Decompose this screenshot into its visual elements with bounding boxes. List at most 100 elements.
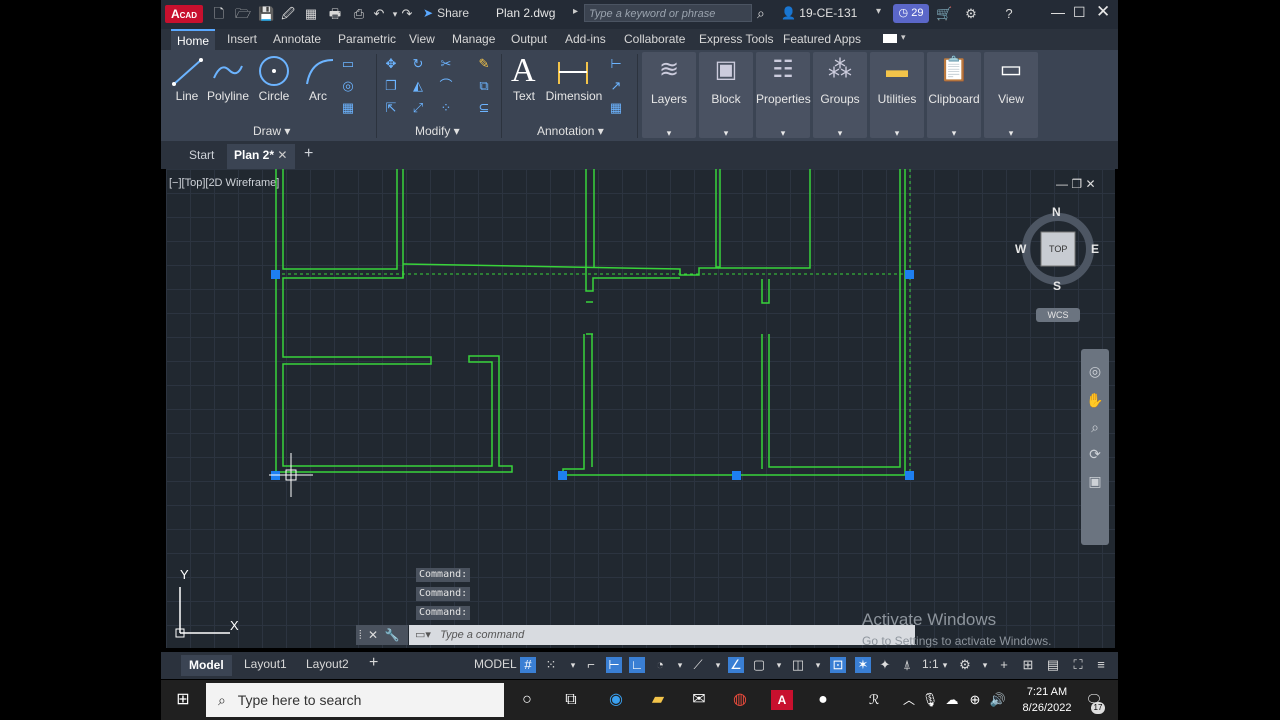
web-mobile-icon[interactable]: ▦ xyxy=(303,6,319,22)
mirror-icon[interactable]: ◭ xyxy=(409,78,427,94)
cart-icon[interactable]: 🛒 xyxy=(936,6,952,22)
ribbon-toggle-dropdown-icon[interactable]: ▾ xyxy=(901,32,906,43)
autocad-taskbar-icon[interactable]: A xyxy=(771,690,793,710)
text-tool-label[interactable]: Text xyxy=(511,89,537,103)
search-expand-icon[interactable]: ▸ xyxy=(573,6,578,17)
text-icon[interactable]: A xyxy=(511,52,536,90)
command-line[interactable]: ▭▾ Type a command xyxy=(409,625,915,645)
mail-icon[interactable]: ✉ xyxy=(688,690,710,710)
array-icon[interactable]: ⁘ xyxy=(437,100,455,116)
infer-constraints-icon[interactable]: ⌐ xyxy=(583,657,599,673)
annotation-monitor-icon[interactable]: + xyxy=(996,657,1012,673)
people-icon[interactable]: ℛ xyxy=(863,690,885,710)
utilities-button[interactable]: ▬ Utilities ▾ xyxy=(870,52,924,138)
circle-icon[interactable] xyxy=(257,54,291,88)
pan-icon[interactable]: ✋ xyxy=(1081,392,1109,409)
trim-icon[interactable]: ✂ xyxy=(437,56,455,72)
ortho-icon[interactable]: ∟ xyxy=(629,657,645,673)
chrome-icon[interactable]: ◍ xyxy=(729,690,751,710)
file-explorer-icon[interactable]: ▰ xyxy=(647,690,669,710)
erase-icon[interactable]: ✎ xyxy=(475,56,493,72)
fillet-icon[interactable]: ⌒ xyxy=(437,78,455,94)
linear-dim-icon[interactable]: ⊢ xyxy=(607,56,625,72)
tab-add-ins[interactable]: Add-ins xyxy=(565,32,606,46)
close-tab-icon[interactable]: ✕ xyxy=(277,148,287,162)
snap-dropdown-icon[interactable]: ▾ xyxy=(565,657,581,673)
view-button[interactable]: ▭ View ▾ xyxy=(984,52,1038,138)
taskbar-search[interactable]: ⌕ Type here to search xyxy=(206,683,504,717)
tab-start[interactable]: Start xyxy=(189,148,214,162)
search-icon[interactable]: ⌕ xyxy=(757,5,765,22)
arc-tool-label[interactable]: Arc xyxy=(303,89,333,103)
annotation-panel-label[interactable]: Annotation ▾ xyxy=(537,124,604,138)
command-input[interactable]: Type a command xyxy=(440,629,524,641)
quick-properties-icon[interactable]: ▤ xyxy=(1045,657,1061,673)
line-tool-label[interactable]: Line xyxy=(169,89,205,103)
open-folder-icon[interactable]: 🗁 xyxy=(235,6,251,22)
close-button[interactable]: ✕ xyxy=(1096,2,1110,22)
redo-icon[interactable]: ↷ xyxy=(399,6,415,22)
user-account[interactable]: 👤 19-CE-131 xyxy=(781,6,857,20)
notification-badge[interactable]: ◷ 29 xyxy=(893,4,929,23)
arc-icon[interactable] xyxy=(303,56,337,88)
stretch-icon[interactable]: ⇱ xyxy=(382,100,400,116)
annotation-scale-icon[interactable]: ⍋ xyxy=(899,657,915,673)
polar-icon[interactable]: ◔ xyxy=(652,657,668,673)
compass-south[interactable]: S xyxy=(1053,279,1061,293)
clipboard-button[interactable]: 📋 Clipboard ▾ xyxy=(927,52,981,138)
leader-icon[interactable]: ↗ xyxy=(607,78,625,94)
copy-icon[interactable]: ❐ xyxy=(382,78,400,94)
tab-home[interactable]: Home xyxy=(171,29,216,50)
network-icon[interactable]: ⊕ xyxy=(964,690,986,710)
tab-output[interactable]: Output xyxy=(511,32,547,46)
save-icon[interactable]: 💾 xyxy=(258,6,274,22)
rotate-icon[interactable]: ↻ xyxy=(409,56,427,72)
cortana-icon[interactable]: ○ xyxy=(516,690,538,710)
tab-featured-apps[interactable]: Featured Apps xyxy=(783,32,861,46)
tab-express-tools[interactable]: Express Tools xyxy=(699,32,773,46)
isodraft-dropdown-icon[interactable]: ▾ xyxy=(710,657,726,673)
groups-button[interactable]: ⁂ Groups ▾ xyxy=(813,52,867,138)
clean-screen-icon[interactable]: ⛶ xyxy=(1070,657,1086,673)
modify-panel-label[interactable]: Modify ▾ xyxy=(415,124,460,138)
units-icon[interactable]: ⊞ xyxy=(1020,657,1036,673)
zoom-extents-icon[interactable]: ⌕ xyxy=(1081,419,1109,436)
polar-dropdown-icon[interactable]: ▾ xyxy=(672,657,688,673)
task-view-icon[interactable]: ⧉ xyxy=(560,690,582,710)
wcs-menu[interactable]: WCS xyxy=(1036,308,1080,322)
tab-model[interactable]: Model xyxy=(181,655,232,676)
steering-wheel-icon[interactable]: ◎ xyxy=(1081,363,1109,380)
offset-icon[interactable]: ⊆ xyxy=(475,100,493,116)
block-button[interactable]: ▣ Block ▾ xyxy=(699,52,753,138)
command-close-icon[interactable]: ✕ xyxy=(368,628,378,642)
transparency-dropdown-icon[interactable]: ▾ xyxy=(810,657,826,673)
search-input[interactable]: Type a keyword or phrase xyxy=(584,4,752,22)
compass-east[interactable]: E xyxy=(1091,242,1099,256)
model-space-toggle[interactable]: MODEL xyxy=(474,657,517,671)
dynamic-input-icon[interactable]: ⊢ xyxy=(606,657,622,673)
properties-button[interactable]: ☷ Properties ▾ xyxy=(756,52,811,138)
object-snap-dropdown-icon[interactable]: ▾ xyxy=(771,657,787,673)
minimize-button[interactable]: — xyxy=(1051,4,1065,20)
showmotion-icon[interactable]: ▣ xyxy=(1081,473,1109,490)
show-hidden-icons[interactable]: ︿ xyxy=(898,690,920,710)
annotation-table-icon[interactable]: ▦ xyxy=(607,100,625,116)
ribbon-toggle-icon[interactable] xyxy=(883,34,897,43)
annotation-visibility-icon[interactable]: ✶ xyxy=(855,657,871,673)
explode-icon[interactable]: ⧉ xyxy=(475,78,493,94)
edge-icon[interactable]: ◉ xyxy=(605,690,627,710)
rectangle-icon[interactable]: ▭ xyxy=(339,56,357,72)
obs-icon[interactable]: ● xyxy=(812,690,834,710)
customization-menu-icon[interactable]: ≡ xyxy=(1093,657,1109,673)
object-snap-tracking-icon[interactable]: ∠ xyxy=(728,657,744,673)
orbit-icon[interactable]: ⟳ xyxy=(1081,446,1109,463)
plot-preview-icon[interactable]: ⎙ xyxy=(351,6,367,22)
scale-icon[interactable]: ⤢ xyxy=(409,100,427,116)
windows-start-icon[interactable]: ⊞ xyxy=(172,690,194,710)
share-button[interactable]: ➤ Share xyxy=(423,6,469,20)
viewcube-top-face[interactable]: TOP xyxy=(1049,244,1067,254)
compass-west[interactable]: W xyxy=(1015,242,1026,256)
tab-manage[interactable]: Manage xyxy=(452,32,495,46)
polyline-icon[interactable] xyxy=(211,56,245,88)
volume-icon[interactable]: 🔊 xyxy=(987,690,1009,710)
